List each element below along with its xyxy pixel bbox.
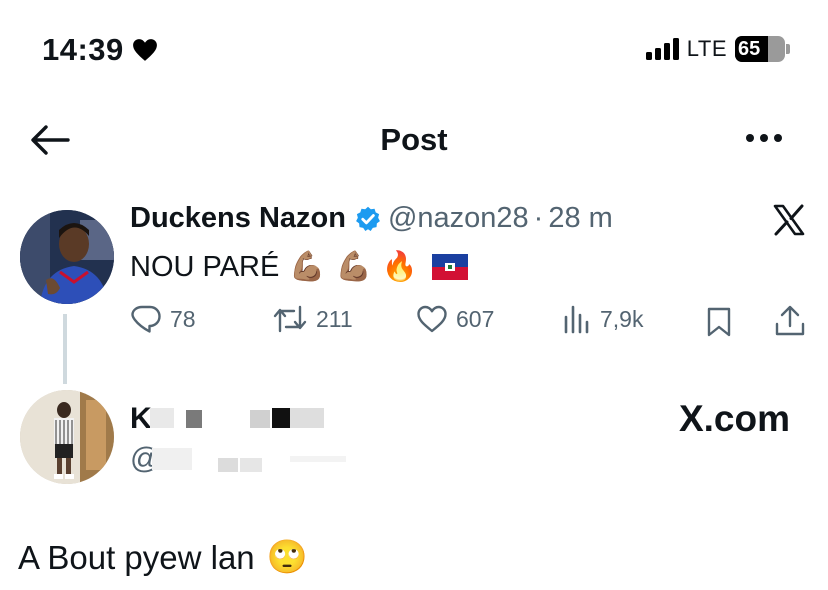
- clock-text: 14:39: [42, 32, 124, 67]
- repost-icon: [273, 305, 307, 333]
- flexed-biceps-emoji: 💪🏽: [335, 251, 372, 283]
- x-logo-icon: [773, 204, 805, 236]
- reply-icon: [131, 305, 161, 333]
- like-button[interactable]: 607: [416, 304, 494, 334]
- battery-percent: 65: [738, 37, 761, 60]
- network-type: LTE: [686, 36, 727, 61]
- repost-count: 211: [316, 305, 353, 332]
- views-chart-icon: [564, 305, 589, 334]
- heart-outline-icon: [417, 305, 447, 333]
- flexed-biceps-emoji: 💪🏽: [289, 251, 326, 283]
- x-com-watermark: X.com: [679, 398, 790, 440]
- avatar-reply-author[interactable]: [20, 390, 114, 484]
- repost-button[interactable]: 211: [272, 304, 353, 334]
- reply-count: 78: [170, 305, 196, 332]
- avatar-main-author[interactable]: [20, 210, 114, 304]
- bookmark-icon[interactable]: [706, 306, 732, 338]
- post-action-bar: 78 211 607 7,9k: [130, 304, 810, 340]
- battery-icon: 65: [735, 36, 790, 62]
- like-count: 607: [456, 305, 495, 332]
- battery-cap: [786, 44, 790, 54]
- reply-author-initial: K: [130, 402, 152, 432]
- post-text-content: NOU PARÉ: [130, 250, 280, 283]
- post-author-row: Duckens Nazon @nazon28 · 28 m: [130, 202, 613, 235]
- heart-icon: [132, 39, 157, 61]
- reply-text: A Bout pyew lan 🙄: [18, 538, 308, 577]
- fire-emoji: 🔥: [381, 251, 418, 283]
- signal-icon: [645, 38, 679, 60]
- separator-dot: ·: [533, 202, 544, 234]
- battery-body: 65: [735, 36, 785, 62]
- reply-author-handle-redacted: @: [130, 440, 360, 475]
- x-com-text: X.com: [678, 398, 790, 439]
- haiti-flag-icon: [431, 254, 468, 280]
- verified-badge-icon: [356, 206, 380, 231]
- author-handle[interactable]: @nazon28: [388, 202, 529, 235]
- author-name[interactable]: Duckens Nazon: [130, 202, 346, 235]
- post-text: NOU PARÉ 💪🏽 💪🏽 🔥: [130, 250, 468, 284]
- status-time: 14:39: [42, 32, 158, 68]
- more-options-icon[interactable]: [744, 128, 784, 148]
- eye-roll-emoji: 🙄: [266, 538, 308, 575]
- post-header: Post: [0, 110, 828, 170]
- post-time[interactable]: 28 m: [548, 202, 612, 235]
- share-icon[interactable]: [774, 304, 806, 338]
- status-bar: 14:39 LTE 65: [0, 0, 828, 100]
- page-title: Post: [380, 122, 448, 157]
- reply-text-content: A Bout pyew lan: [18, 538, 255, 576]
- views-count: 7,9k: [600, 305, 644, 332]
- reply-author-name-redacted: K: [130, 402, 330, 435]
- views-button[interactable]: 7,9k: [562, 304, 643, 334]
- thread-line: [63, 314, 67, 384]
- status-indicators: LTE 65: [645, 36, 790, 62]
- reply-button[interactable]: 78: [130, 304, 196, 334]
